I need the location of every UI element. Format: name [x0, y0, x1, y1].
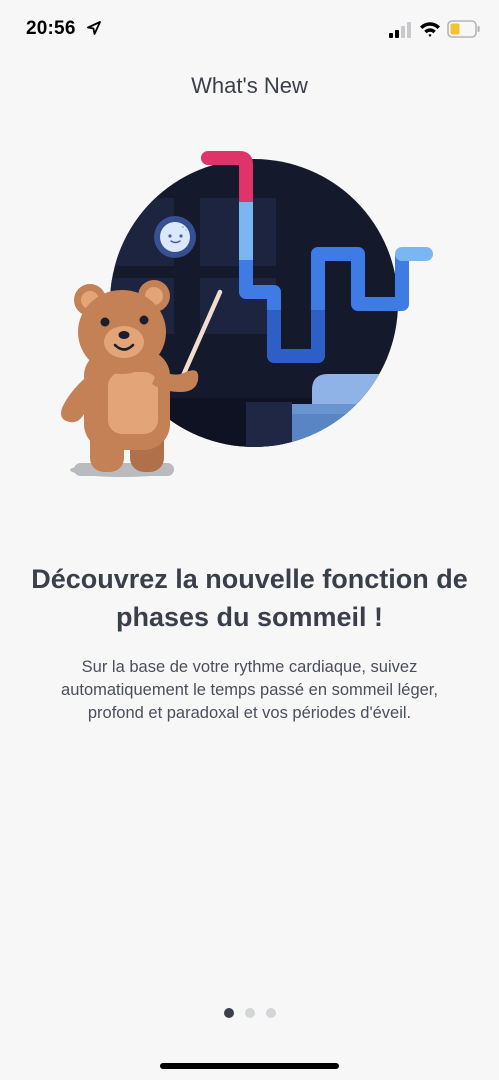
battery-icon: [447, 20, 480, 38]
status-bar: 20:56: [0, 0, 499, 62]
home-indicator[interactable]: [160, 1063, 339, 1069]
page-title: What's New: [191, 73, 308, 98]
location-arrow-icon: [87, 21, 101, 35]
page-indicator[interactable]: [0, 1008, 499, 1018]
teddy-bear-sleep-stages-illustration: [61, 151, 433, 477]
wifi-icon: [420, 22, 440, 37]
status-time: 20:56: [26, 18, 76, 39]
page-dot-3[interactable]: [265, 1008, 276, 1018]
feature-description: Sur la base de votre rythme cardiaque, s…: [61, 658, 438, 722]
feature-headline: Découvrez la nouvelle fonction de phases…: [31, 564, 468, 632]
page-dot-2[interactable]: [244, 1008, 255, 1018]
cellular-signal-icon: [389, 22, 411, 38]
page-dot-1[interactable]: [223, 1008, 234, 1018]
